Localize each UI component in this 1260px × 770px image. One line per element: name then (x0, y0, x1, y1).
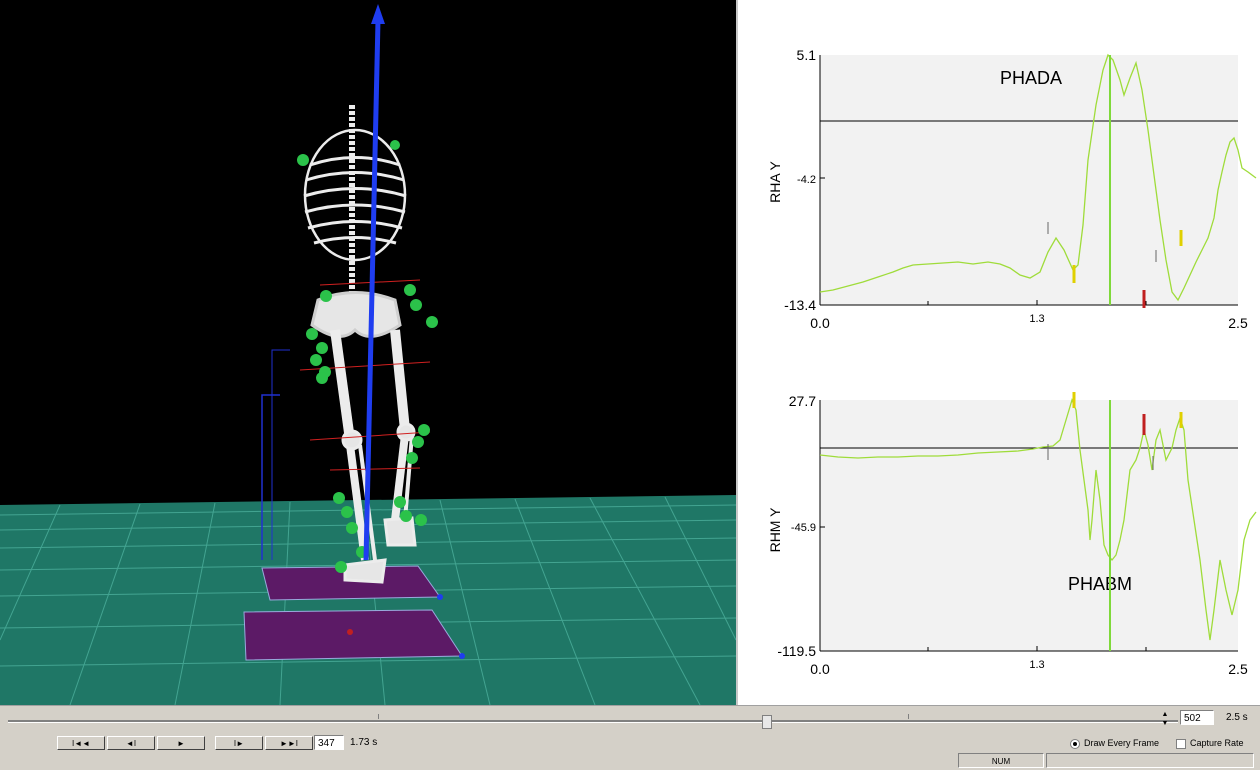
status-num: NUM (991, 757, 1011, 766)
plot-1-ylabel: RHA Y (767, 160, 783, 202)
current-frame-field[interactable]: 347 (314, 735, 344, 750)
plot-2-ytick-bottom: -119.5 (777, 643, 816, 659)
timeline-thumb[interactable] (762, 715, 772, 729)
timeline-slider[interactable] (8, 714, 1178, 729)
step-back-button[interactable]: ◄I (107, 736, 155, 750)
plot-1-area[interactable] (820, 55, 1238, 305)
force-vector (363, 19, 381, 561)
plot-2-area[interactable] (820, 400, 1238, 651)
plot-1-xtick-start: 0.0 (810, 315, 830, 331)
timeline-track[interactable] (8, 720, 1178, 723)
3d-viewport[interactable] (0, 0, 738, 705)
plot-1-annotation: PHADA (1000, 68, 1062, 88)
capture-rate-checkbox[interactable] (1176, 739, 1186, 749)
status-empty-pane (1046, 753, 1254, 768)
plot-2-xtick-mid: 1.3 (1029, 659, 1044, 671)
play-button[interactable]: ► (157, 736, 205, 750)
radio-dot-icon (1073, 742, 1077, 746)
plot-2-xtick-start: 0.0 (810, 661, 830, 677)
first-frame-button[interactable]: I◄◄ (57, 736, 105, 750)
playback-controls: ▲ ▼ 502 2.5 s I◄◄ ◄I ► I► ►►I 347 1.73 s … (0, 705, 1260, 770)
plot-1-xtick-mid: 1.3 (1029, 313, 1044, 325)
last-frame-button[interactable]: ►►I (265, 736, 313, 750)
end-frame-field[interactable]: 502 (1180, 710, 1214, 725)
end-time-label: 2.5 s (1226, 712, 1248, 723)
status-num-pane: NUM (958, 753, 1044, 768)
plot-1-ytick-top: 5.1 (797, 47, 817, 63)
3d-scene (0, 4, 736, 705)
status-bar: NUM (958, 753, 1258, 769)
plot-2-ylabel: RHM Y (767, 507, 783, 553)
plot-1-ytick-mid: -4.2 (797, 174, 816, 186)
plot-2-xtick-end: 2.5 (1228, 661, 1248, 677)
plots-panel: RHA Y PHADA 5.1 -4.2 -13.4 0.0 1.3 2.5 R… (738, 0, 1260, 705)
plot-2-ytick-mid: -45.9 (791, 522, 816, 534)
force-vector-arrowhead (371, 4, 385, 24)
step-forward-button[interactable]: I► (215, 736, 263, 750)
plot-2-ytick-top: 27.7 (789, 393, 816, 409)
end-frame-spinner[interactable]: ▲ ▼ (1160, 710, 1170, 730)
capture-rate-label: Capture Rate (1190, 738, 1244, 748)
plot-1-ytick-bottom: -13.4 (784, 297, 816, 313)
plots-svg: RHA Y PHADA 5.1 -4.2 -13.4 0.0 1.3 2.5 R… (767, 47, 1257, 677)
force-plate-2 (243, 609, 463, 661)
plot-1-xtick-end: 2.5 (1228, 315, 1248, 331)
draw-every-frame-radio[interactable] (1070, 739, 1080, 749)
draw-every-frame-label: Draw Every Frame (1084, 738, 1160, 748)
plot-2-annotation: PHABM (1068, 574, 1132, 594)
current-time-label: 1.73 s (350, 737, 378, 748)
